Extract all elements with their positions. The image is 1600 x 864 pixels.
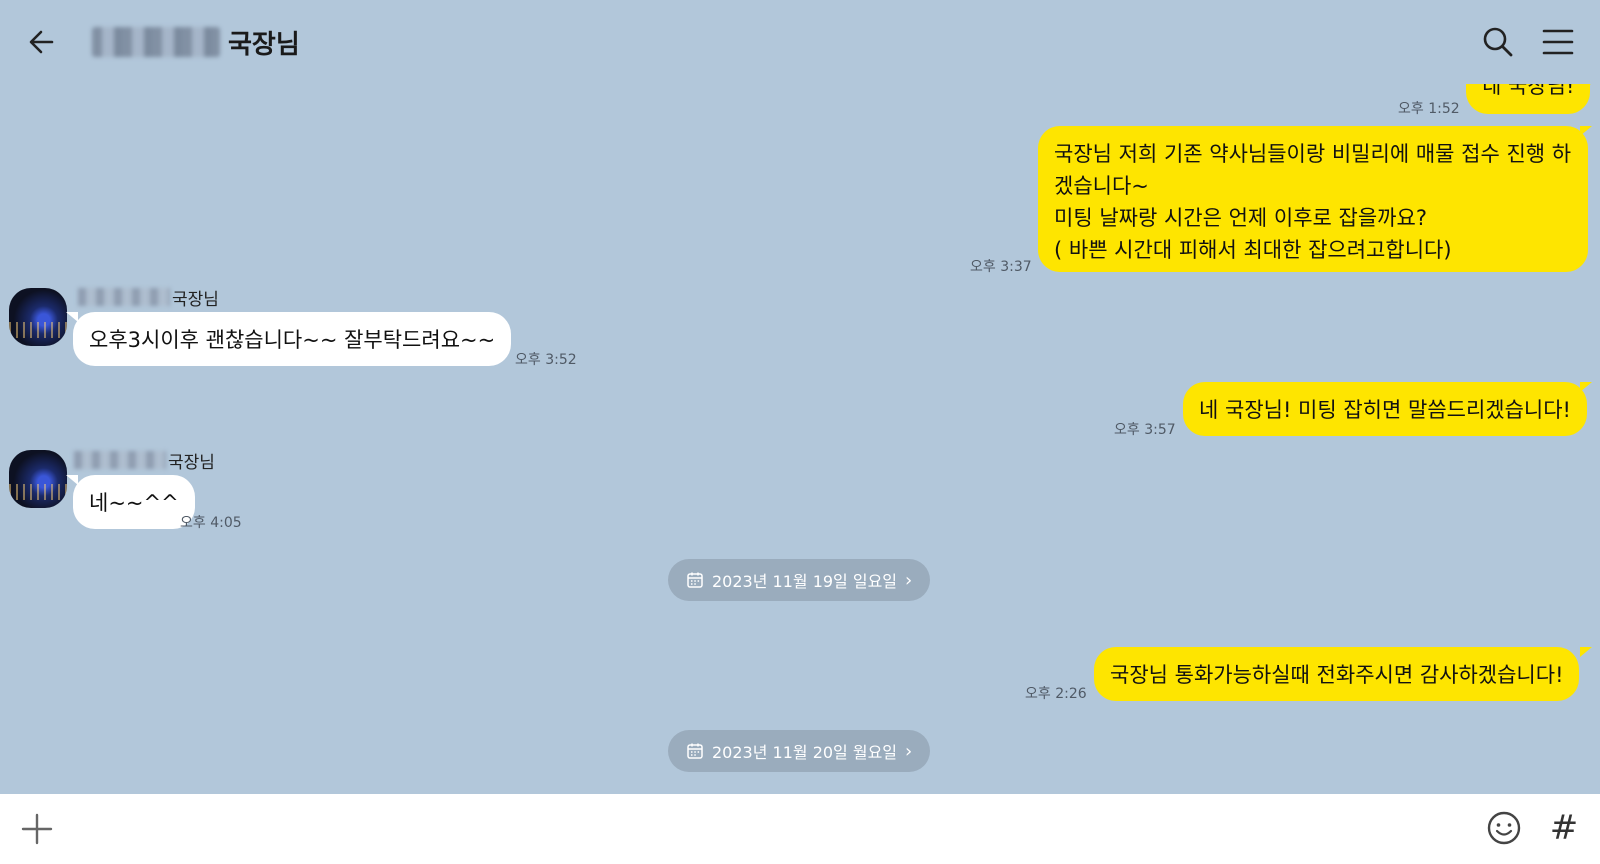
bubble-tail — [1580, 126, 1592, 136]
message-line: 겠습니다~ — [1054, 174, 1149, 198]
redacted-sender-name — [78, 288, 170, 306]
sender-name-row: 국장님 — [74, 449, 215, 473]
message-time: 오후 1:52 — [1398, 101, 1460, 117]
chevron-right-icon: › — [905, 740, 913, 762]
message-text: 네 국장님! 미팅 잡히면 말씀드리겠습니다! — [1199, 398, 1571, 422]
message-text: 오후3시이후 괜찮습니다~~ 잘부탁드려요~~ — [89, 328, 496, 352]
outgoing-message[interactable]: 국장님 통화가능하실때 전화주시면 감사하겠습니다! — [1094, 647, 1580, 701]
message-text: 네 국장님! — [1482, 84, 1575, 98]
redacted-sender-name — [74, 451, 166, 469]
message-input-bar[interactable]: # — [0, 794, 1600, 864]
message-time: 오후 3:57 — [1114, 422, 1176, 438]
calendar-icon — [687, 743, 703, 759]
plus-icon[interactable] — [18, 810, 56, 848]
bubble-tail — [1580, 647, 1592, 657]
sender-avatar[interactable] — [9, 288, 67, 346]
incoming-message[interactable]: 오후3시이후 괜찮습니다~~ 잘부탁드려요~~ — [73, 312, 512, 366]
message-time: 오후 3:37 — [970, 259, 1032, 275]
sender-avatar[interactable] — [9, 450, 67, 508]
message-time: 오후 2:26 — [1025, 686, 1087, 702]
message-text: 네~~^^ — [89, 491, 179, 515]
sender-name: 국장님 — [168, 452, 215, 473]
message-line: ( 바쁜 시간대 피해서 최대한 잡으려고합니다) — [1054, 238, 1452, 262]
chevron-right-icon: › — [905, 569, 913, 591]
chat-header: 국장님 — [0, 0, 1600, 84]
chat-title: 국장님 — [92, 22, 300, 62]
chat-area[interactable]: 오후 1:52 네 국장님! 오후 3:37 국장님 저희 기존 약사님들이랑 … — [0, 84, 1600, 794]
redacted-name — [92, 27, 220, 57]
menu-icon[interactable] — [1538, 22, 1578, 62]
incoming-message[interactable]: 네~~^^ — [73, 475, 195, 529]
outgoing-message[interactable]: 네 국장님! 미팅 잡히면 말씀드리겠습니다! — [1183, 382, 1587, 436]
date-separator[interactable]: 2023년 11월 20일 월요일 › — [668, 730, 931, 772]
outgoing-message[interactable]: 네 국장님! — [1466, 84, 1591, 114]
sender-name: 국장님 — [172, 289, 219, 310]
message-text: 국장님 통화가능하실때 전화주시면 감사하겠습니다! — [1110, 663, 1564, 687]
bubble-tail — [1580, 382, 1592, 392]
search-icon[interactable] — [1478, 22, 1518, 62]
chat-title-text: 국장님 — [228, 29, 300, 60]
date-separator[interactable]: 2023년 11월 19일 일요일 › — [668, 559, 931, 601]
bubble-tail — [1586, 84, 1598, 88]
back-arrow-icon[interactable] — [22, 22, 62, 62]
outgoing-message[interactable]: 국장님 저희 기존 약사님들이랑 비밀리에 매물 접수 진행 하 겠습니다~ 미… — [1038, 126, 1588, 272]
date-label: 2023년 11월 20일 월요일 — [712, 743, 898, 762]
emoji-icon[interactable] — [1484, 808, 1524, 848]
message-time: 오후 4:05 — [180, 515, 242, 531]
message-line: 국장님 저희 기존 약사님들이랑 비밀리에 매물 접수 진행 하 — [1054, 142, 1572, 166]
sender-name-row: 국장님 — [78, 286, 219, 310]
hash-icon[interactable]: # — [1546, 808, 1582, 848]
date-label: 2023년 11월 19일 일요일 — [712, 572, 898, 591]
calendar-icon — [687, 572, 703, 588]
message-time: 오후 3:52 — [515, 352, 577, 368]
message-line: 미팅 날짜랑 시간은 언제 이후로 잡을까요? — [1054, 206, 1427, 230]
